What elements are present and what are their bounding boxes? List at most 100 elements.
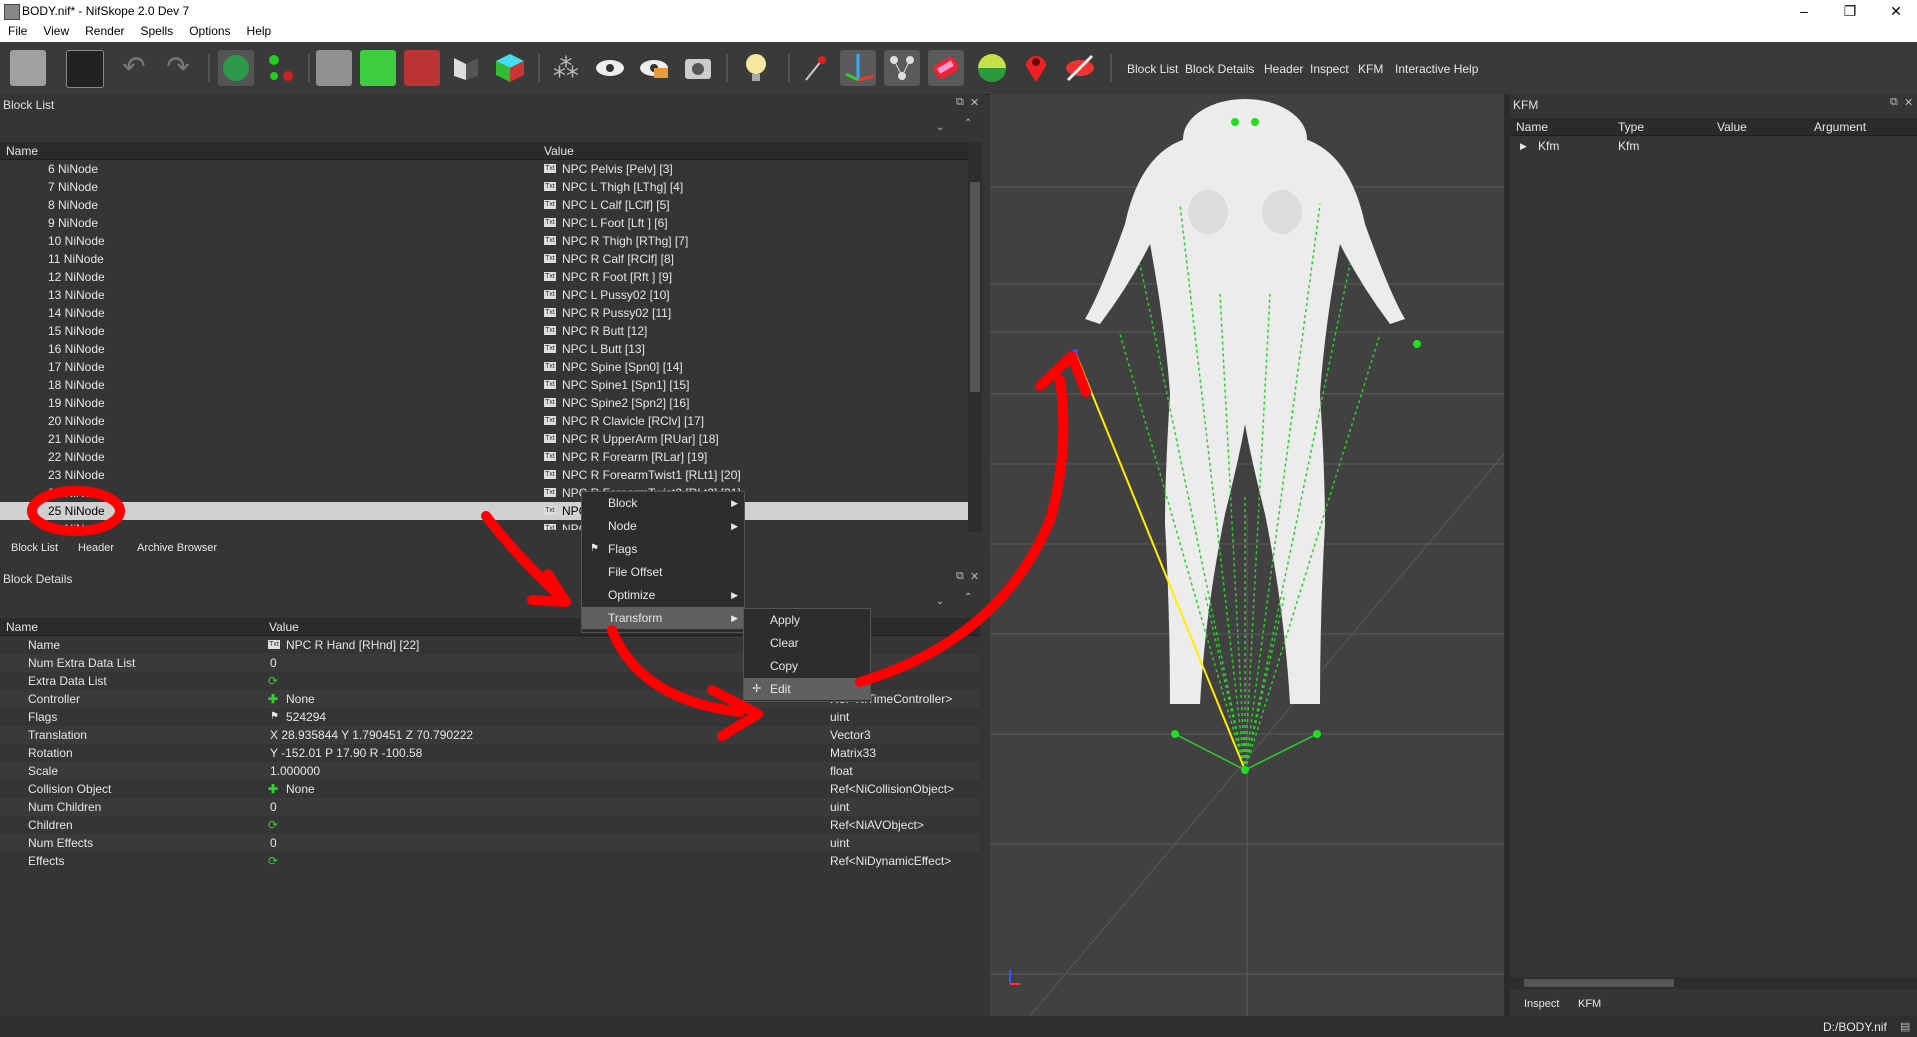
menu-item-block[interactable]: Block ▶: [582, 492, 744, 514]
expand-icon[interactable]: ⌃: [964, 118, 972, 129]
menu-options[interactable]: Options: [181, 22, 238, 40]
column-name[interactable]: Name: [1516, 120, 1548, 134]
block-list-row[interactable]: 10 NiNode Txt NPC R Thigh [RThg] [7]: [0, 232, 968, 250]
view-side-icon[interactable]: [404, 50, 440, 86]
block-list-row[interactable]: 13 NiNode Txt NPC L Pussy02 [10]: [0, 286, 968, 304]
detail-row[interactable]: Translation X 28.935844 Y 1.790451 Z 70.7…: [0, 726, 980, 744]
toolbar-interactive-help-button[interactable]: Interactive Help: [1392, 60, 1481, 78]
detail-row[interactable]: Rotation Y -152.01 P 17.90 R -100.58 Matri…: [0, 744, 980, 762]
add-ref-icon[interactable]: ✚: [268, 780, 278, 798]
detail-row[interactable]: Children ⟳ Ref<NiAVObject>: [0, 816, 980, 834]
kfm-row[interactable]: ▶ Kfm Kfm: [1510, 137, 1917, 155]
refresh-array-icon[interactable]: ⟳: [268, 672, 278, 690]
menu-view[interactable]: View: [35, 22, 77, 40]
detail-value[interactable]: 524294: [286, 708, 326, 726]
menu-render[interactable]: Render: [77, 22, 132, 40]
scrollbar-thumb[interactable]: [970, 182, 980, 392]
block-list-row[interactable]: 12 NiNode Txt NPC R Foot [Rft ] [9]: [0, 268, 968, 286]
block-list-row[interactable]: 20 NiNode Txt NPC R Clavicle [RClv] [17]: [0, 412, 968, 430]
footprints-icon[interactable]: ⁂: [548, 50, 584, 86]
detail-row[interactable]: Collision Object ✚ None Ref<NiCollisionObje…: [0, 780, 980, 798]
block-list-row[interactable]: 11 NiNode Txt NPC R Calf [RClf] [8]: [0, 250, 968, 268]
submenu-item-apply[interactable]: Apply: [744, 609, 870, 631]
column-type[interactable]: Type: [1618, 120, 1644, 134]
close-panel-icon[interactable]: ✕: [1904, 96, 1913, 109]
float-panel-icon[interactable]: ⧉: [956, 570, 964, 583]
collapse-icon[interactable]: ⌄: [936, 122, 944, 133]
axes-icon[interactable]: [840, 50, 876, 86]
submenu-item-copy[interactable]: Copy: [744, 655, 870, 677]
detail-row[interactable]: Num Children 0 uint: [0, 798, 980, 816]
detail-value[interactable]: None: [286, 780, 315, 798]
render-viewport[interactable]: [990, 94, 1504, 1016]
view-top-icon[interactable]: [316, 50, 352, 86]
block-list-row[interactable]: 9 NiNode Txt NPC L Foot [Lft ] [6]: [0, 214, 968, 232]
float-panel-icon[interactable]: ⧉: [1890, 96, 1898, 109]
menu-item-transform[interactable]: Transform ▶: [582, 607, 744, 629]
redo-icon[interactable]: ↷: [160, 50, 196, 86]
block-list-row[interactable]: 7 NiNode Txt NPC L Thigh [LThg] [4]: [0, 178, 968, 196]
tab-inspect[interactable]: Inspect: [1516, 996, 1567, 1012]
close-panel-icon[interactable]: ✕: [970, 570, 979, 583]
refresh-array-icon[interactable]: ⟳: [268, 852, 278, 870]
collision-icon[interactable]: [928, 50, 964, 86]
view-front-icon[interactable]: [360, 50, 396, 86]
nodes-icon[interactable]: [884, 50, 920, 86]
toolbar-header-button[interactable]: Header: [1261, 60, 1306, 78]
toolbar-inspect-button[interactable]: Inspect: [1307, 60, 1352, 78]
column-name[interactable]: Name: [6, 620, 38, 634]
detail-row[interactable]: Flags ⚑ 524294 uint: [0, 708, 980, 726]
menu-spells[interactable]: Spells: [133, 22, 182, 40]
detail-row[interactable]: Scale 1.000000 float: [0, 762, 980, 780]
add-ref-icon[interactable]: ✚: [268, 690, 278, 708]
block-list-row[interactable]: 24 NiNodeTxtNPC R ForearmTwist2 [RLt2] […: [0, 484, 968, 502]
block-list-row[interactable]: 15 NiNode Txt NPC R Butt [12]: [0, 322, 968, 340]
screenshot-icon[interactable]: [680, 50, 716, 86]
block-list-row[interactable]: 17 NiNode Txt NPC Spine [Spn0] [14]: [0, 358, 968, 376]
select-vertex-icon[interactable]: [264, 50, 300, 86]
block-list-row[interactable]: 18 NiNode Txt NPC Spine1 [Spn1] [15]: [0, 376, 968, 394]
block-list-row[interactable]: 25 NiNodeTxtNPC R Hand [RHnd] [22]: [0, 502, 968, 520]
close-panel-icon[interactable]: ✕: [970, 96, 979, 109]
block-list-row[interactable]: 26 NiNode Txt NPC: [0, 520, 968, 530]
detail-value[interactable]: 0: [270, 798, 277, 816]
scrollbar-thumb[interactable]: [1524, 979, 1674, 987]
block-list-scrollbar[interactable]: [968, 142, 982, 532]
block-list-row[interactable]: 8 NiNode Txt NPC L Calf [LClf] [5]: [0, 196, 968, 214]
tree-expand-icon[interactable]: ▶: [1520, 137, 1527, 155]
detail-value[interactable]: None: [286, 690, 315, 708]
column-value[interactable]: Value: [1717, 120, 1747, 134]
select-object-icon[interactable]: [218, 50, 254, 86]
minimize-button[interactable]: –: [1781, 0, 1827, 22]
menu-file[interactable]: File: [0, 22, 35, 40]
menu-item-optimize[interactable]: Optimize ▶: [582, 584, 744, 606]
block-list-row[interactable]: 6 NiNode Txt NPC Pelvis [Pelv] [3]: [0, 160, 968, 178]
block-list-row[interactable]: 14 NiNode Txt NPC R Pussy02 [11]: [0, 304, 968, 322]
open-icon[interactable]: [10, 50, 46, 86]
lighting-icon[interactable]: [738, 50, 774, 86]
restore-button[interactable]: ❐: [1827, 0, 1873, 22]
menu-item-file-offset[interactable]: File Offset: [582, 561, 744, 583]
detail-value[interactable]: 0: [270, 654, 277, 672]
submenu-item-clear[interactable]: Clear: [744, 632, 870, 654]
detail-value[interactable]: 1.000000: [270, 762, 320, 780]
close-button[interactable]: ✕: [1873, 0, 1917, 22]
view-user-icon[interactable]: [492, 50, 528, 86]
tab-kfm[interactable]: KFM: [1570, 996, 1609, 1012]
expand-icon[interactable]: ⌃: [964, 592, 972, 603]
submenu-item-edit[interactable]: ✛ Edit: [744, 678, 870, 700]
float-panel-icon[interactable]: ⧉: [956, 96, 964, 109]
toolbar-kfm-button[interactable]: KFM: [1355, 60, 1386, 78]
block-list-row[interactable]: 23 NiNode Txt NPC R ForearmTwist1 [RLt1] […: [0, 466, 968, 484]
column-argument[interactable]: Argument: [1814, 120, 1866, 134]
column-value[interactable]: Value: [269, 620, 299, 634]
tab-header[interactable]: Header: [70, 540, 122, 556]
pick-icon[interactable]: [798, 50, 834, 86]
show-icon[interactable]: [592, 50, 628, 86]
save-icon[interactable]: [66, 50, 104, 88]
menu-item-node[interactable]: Node ▶: [582, 515, 744, 537]
detail-row[interactable]: Effects ⟳ Ref<NiDynamicEffect>: [0, 852, 980, 870]
detail-row[interactable]: Num Effects 0 uint: [0, 834, 980, 852]
view-walk-icon[interactable]: [448, 50, 484, 86]
show-hidden-icon[interactable]: [636, 50, 672, 86]
